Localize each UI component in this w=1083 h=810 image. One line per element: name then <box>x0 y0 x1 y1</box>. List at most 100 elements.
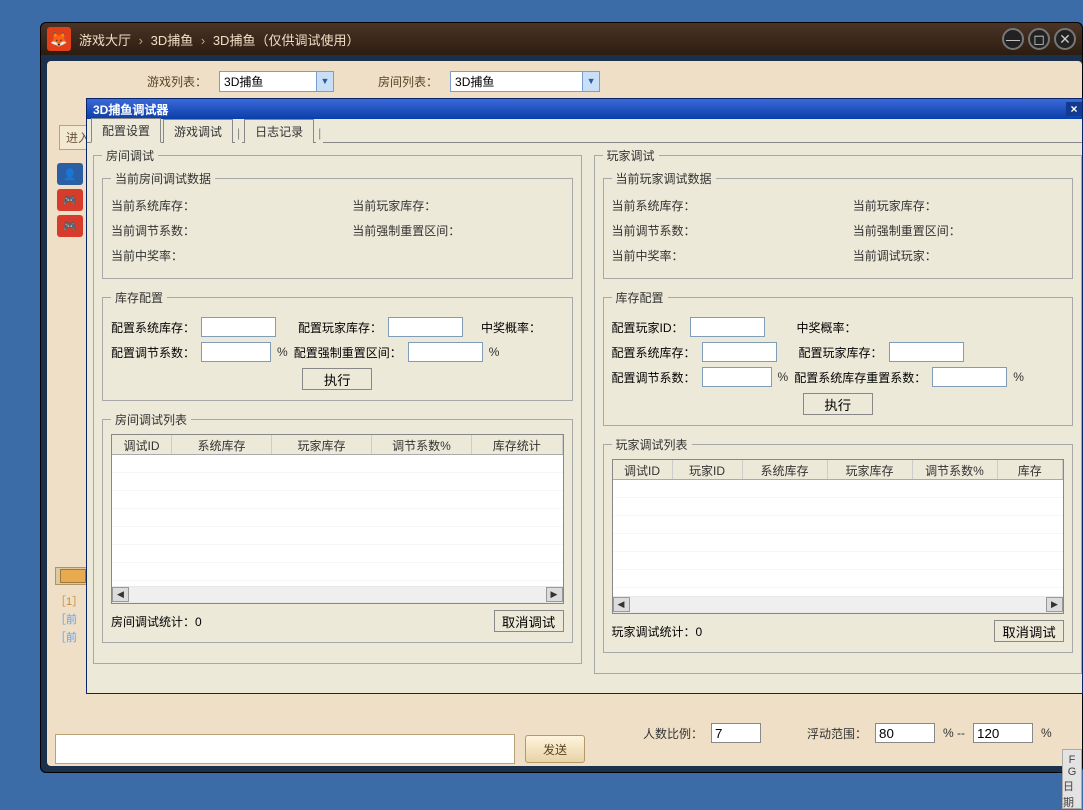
room-list-value: 3D捕鱼 <box>451 73 582 90</box>
scroll-right-icon[interactable]: ▶ <box>546 587 563 602</box>
col-sys-stock[interactable]: 系统库存 <box>743 460 828 479</box>
col-player-stock[interactable]: 玩家库存 <box>828 460 913 479</box>
kv-sys-stock: 当前系统库存： <box>111 197 322 214</box>
game-list-label: 游戏列表： <box>147 73 207 90</box>
cfg-player-stock-input[interactable] <box>889 342 964 362</box>
link-item[interactable]: ［1］ <box>55 593 83 609</box>
gamepad-icon[interactable]: 🎮 <box>57 215 83 237</box>
player-debug-panel: 玩家调试 当前玩家调试数据 当前系统库存： 当前玩家库存： 当前调节系数： 当前… <box>594 147 1083 687</box>
scroll-track[interactable] <box>630 597 1047 612</box>
gamepad-icon[interactable]: 🎮 <box>57 189 83 211</box>
kv-adj: 当前调节系数： <box>111 222 322 239</box>
breadcrumb: 游戏大厅 › 3D捕鱼 › 3D捕鱼（仅供调试使用） <box>79 30 359 49</box>
cfg-adj-input[interactable] <box>702 367 772 387</box>
cfg-adj-label: 配置调节系数： <box>111 344 195 361</box>
kv-win: 当前中奖率： <box>111 247 322 264</box>
user-icon[interactable]: 👤 <box>57 163 83 185</box>
tab-game-debug[interactable]: 游戏调试 <box>163 119 233 143</box>
range-min-input[interactable] <box>875 723 935 743</box>
player-table[interactable]: 调试ID 玩家ID 系统库存 玩家库存 调节系数% 库存 ◀ ▶ <box>612 459 1065 614</box>
col-stock[interactable]: 库存 <box>998 460 1064 479</box>
col-debug-id[interactable]: 调试ID <box>613 460 673 479</box>
range-max-input[interactable] <box>973 723 1033 743</box>
chat-input[interactable] <box>55 734 515 764</box>
cfg-adj-input[interactable] <box>201 342 271 362</box>
col-debug-id[interactable]: 调试ID <box>112 435 172 454</box>
scroll-left-icon[interactable]: ◀ <box>112 587 129 602</box>
breadcrumb-a[interactable]: 游戏大厅 <box>79 33 131 48</box>
link-item[interactable]: ［前 <box>55 611 83 627</box>
link-item[interactable]: ［前 <box>55 629 83 645</box>
col-sys-stock[interactable]: 系统库存 <box>172 435 272 454</box>
player-debug-title: 玩家调试 <box>603 147 659 164</box>
cancel-debug-button[interactable]: 取消调试 <box>994 620 1064 642</box>
minimize-button[interactable]: — <box>1002 28 1024 50</box>
cfg-reset-input[interactable] <box>408 342 483 362</box>
room-table[interactable]: 调试ID 系统库存 玩家库存 调节系数% 库存统计 ◀ ▶ <box>111 434 564 604</box>
table-body <box>613 480 1064 597</box>
range-dash: % -- <box>943 726 965 740</box>
scroll-left-icon[interactable]: ◀ <box>613 597 630 612</box>
game-list-combo[interactable]: 3D捕鱼 ▼ <box>219 71 334 92</box>
send-button[interactable]: 发送 <box>525 735 585 763</box>
col-adj[interactable]: 调节系数% <box>372 435 472 454</box>
scrollbar-thumb[interactable] <box>60 569 86 583</box>
link-list: ［1］ ［前 ［前 <box>55 591 83 647</box>
dialog-title-bar[interactable]: 3D捕鱼调试器 × <box>87 99 1082 119</box>
close-button[interactable]: ✕ <box>1054 28 1076 50</box>
col-player-id[interactable]: 玩家ID <box>673 460 743 479</box>
chat-row: 发送 <box>55 729 585 769</box>
cfg-win-label: 中奖概率： <box>481 319 541 336</box>
table-body <box>112 455 563 587</box>
breadcrumb-sep-icon: › <box>139 33 143 48</box>
cfg-player-stock-label: 配置玩家库存： <box>799 344 883 361</box>
room-data-title: 当前房间调试数据 <box>111 170 215 187</box>
cfg-sys-stock-label: 配置系统库存： <box>612 344 696 361</box>
breadcrumb-c[interactable]: 3D捕鱼（仅供调试使用） <box>213 33 360 48</box>
player-list-title: 玩家调试列表 <box>612 436 692 453</box>
ratio-input[interactable] <box>711 723 761 743</box>
room-data-group: 当前房间调试数据 当前系统库存： 当前玩家库存： 当前调节系数： 当前强制重置区… <box>102 170 573 279</box>
pct-label: % <box>778 370 789 384</box>
table-hscroll[interactable]: ◀ ▶ <box>613 596 1064 613</box>
tab-strip: 配置设置 游戏调试 | 日志记录 | <box>87 119 1082 143</box>
col-adj[interactable]: 调节系数% <box>913 460 998 479</box>
tab-divider: | <box>316 123 323 143</box>
room-list-label: 房间列表： <box>378 73 438 90</box>
right-lower-row: 人数比例： 浮动范围： % -- % <box>643 723 1062 743</box>
tab-log[interactable]: 日志记录 <box>244 119 314 143</box>
dialog-title: 3D捕鱼调试器 <box>93 101 168 118</box>
cancel-debug-button[interactable]: 取消调试 <box>494 610 564 632</box>
scroll-track[interactable] <box>129 587 546 602</box>
table-header: 调试ID 系统库存 玩家库存 调节系数% 库存统计 <box>112 435 563 455</box>
table-hscroll[interactable]: ◀ ▶ <box>112 586 563 603</box>
dialog-close-icon[interactable]: × <box>1066 102 1082 116</box>
cfg-player-id-input[interactable] <box>690 317 765 337</box>
player-debug-group: 玩家调试 当前玩家调试数据 当前系统库存： 当前玩家库存： 当前调节系数： 当前… <box>594 147 1083 674</box>
cfg-sys-reset-input[interactable] <box>932 367 1007 387</box>
maximize-button[interactable]: ◻ <box>1028 28 1050 50</box>
scroll-right-icon[interactable]: ▶ <box>1046 597 1063 612</box>
cfg-player-stock-input[interactable] <box>388 317 463 337</box>
chevron-down-icon: ▼ <box>582 72 599 91</box>
top-row: 游戏列表： 3D捕鱼 ▼ 房间列表： 3D捕鱼 ▼ <box>47 61 1082 101</box>
tab-config[interactable]: 配置设置 <box>91 118 161 143</box>
cfg-sys-stock-input[interactable] <box>201 317 276 337</box>
col-player-stock[interactable]: 玩家库存 <box>272 435 372 454</box>
range-label: 浮动范围： <box>807 725 867 742</box>
cfg-sys-stock-input[interactable] <box>702 342 777 362</box>
cfg-sys-stock-label: 配置系统库存： <box>111 319 195 336</box>
cfg-player-stock-label: 配置玩家库存： <box>298 319 382 336</box>
kv-reset: 当前强制重置区间： <box>352 222 563 239</box>
chevron-down-icon: ▼ <box>316 72 333 91</box>
kv-adj: 当前调节系数： <box>612 222 823 239</box>
col-stock-stat[interactable]: 库存统计 <box>472 435 563 454</box>
breadcrumb-b[interactable]: 3D捕鱼 <box>151 33 194 48</box>
pct-label: % <box>277 345 288 359</box>
cfg-win-label: 中奖概率： <box>797 319 857 336</box>
exec-button[interactable]: 执行 <box>803 393 873 415</box>
exec-button[interactable]: 执行 <box>302 368 372 390</box>
room-list-combo[interactable]: 3D捕鱼 ▼ <box>450 71 600 92</box>
table-header: 调试ID 玩家ID 系统库存 玩家库存 调节系数% 库存 <box>613 460 1064 480</box>
right-gray-strip: F G 日期 <box>1062 749 1082 809</box>
